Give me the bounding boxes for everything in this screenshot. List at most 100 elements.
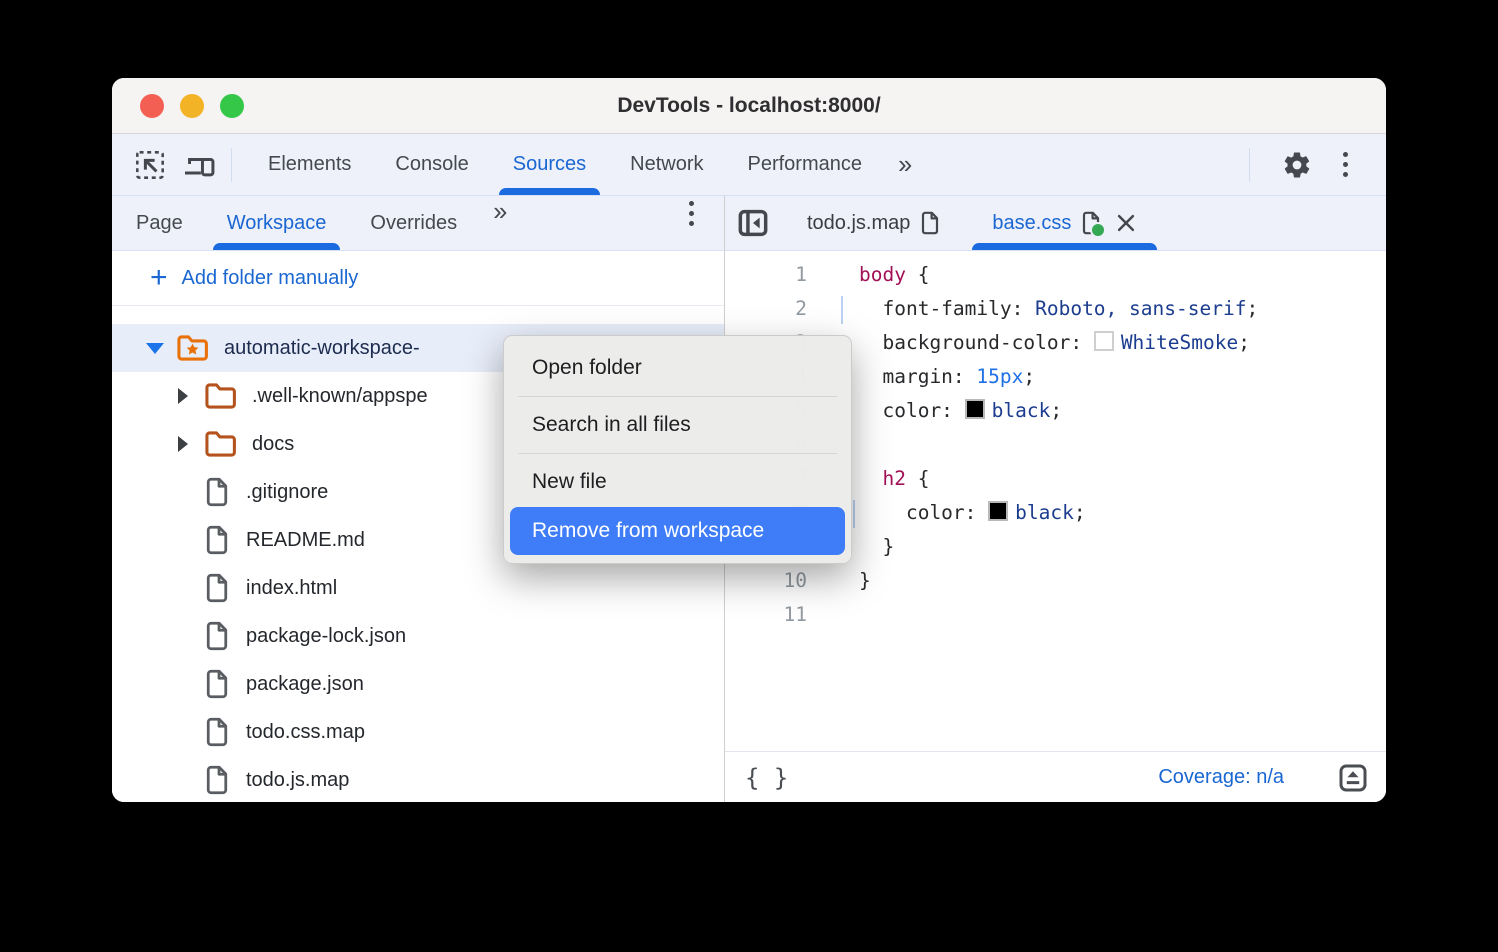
tree-node-label: todo.css.map <box>246 721 365 744</box>
close-tab-icon[interactable] <box>1115 212 1137 234</box>
file-icon <box>920 211 940 235</box>
more-sidebar-tabs-icon[interactable]: ›› <box>479 196 518 250</box>
tree-file-todo-js-map[interactable]: todo.js.map <box>112 756 724 802</box>
folder-icon <box>176 334 208 362</box>
sidebar-tab-label: Page <box>136 212 183 235</box>
tree-file-index-html[interactable]: index.html <box>112 564 724 612</box>
file-icon <box>204 525 230 555</box>
line-number[interactable]: 1 <box>725 258 807 292</box>
file-icon <box>204 477 230 507</box>
editor-tab-todo-js-map[interactable]: todo.js.map <box>781 196 966 250</box>
editor-tab-strip: todo.js.map base.css <box>725 196 1386 251</box>
menu-separator <box>518 453 837 454</box>
indent-guide <box>841 296 843 324</box>
panel-tab-label: Performance <box>748 153 863 176</box>
code-text: margin: 15px; <box>859 360 1035 394</box>
line-number[interactable]: 11 <box>725 598 807 632</box>
panel-tab-console[interactable]: Console <box>373 134 490 195</box>
folder-icon <box>204 430 236 458</box>
code-text: background-color: WhiteSmoke; <box>859 326 1250 360</box>
code-line: 11 <box>725 598 1386 632</box>
menu-item-remove-from-workspace[interactable]: Remove from workspace <box>510 507 845 555</box>
panel-tab-elements[interactable]: Elements <box>246 134 373 195</box>
sidebar-kebab-icon[interactable] <box>676 196 706 230</box>
settings-gear-icon[interactable] <box>1280 148 1314 182</box>
main-menu-kebab-icon[interactable] <box>1330 148 1360 182</box>
file-icon <box>1081 211 1101 235</box>
tree-node-label: todo.js.map <box>246 769 349 792</box>
devtools-window: DevTools - localhost:8000/ Elements Conso… <box>112 78 1386 802</box>
code-text: font-family: Roboto, sans-serif; <box>859 292 1258 326</box>
code-text: } <box>859 530 894 564</box>
file-icon <box>204 621 230 651</box>
editor-tab-label: base.css <box>992 212 1071 235</box>
editor-status-bar: { } Coverage: n/a <box>725 751 1386 802</box>
toolbar-right-divider <box>1249 148 1250 182</box>
menu-item-open-folder[interactable]: Open folder <box>504 343 851 393</box>
window-title: DevTools - localhost:8000/ <box>112 94 1386 118</box>
add-folder-label: Add folder manually <box>182 267 359 290</box>
show-drawer-icon[interactable] <box>1338 763 1368 793</box>
panel-tab-label: Sources <box>513 153 586 176</box>
device-toolbar-icon[interactable] <box>183 148 217 182</box>
menu-item-label: Search in all files <box>532 413 691 437</box>
color-swatch[interactable] <box>965 399 985 419</box>
menu-item-label: Remove from workspace <box>532 519 764 543</box>
tree-node-label: .gitignore <box>246 481 328 504</box>
titlebar: DevTools - localhost:8000/ <box>112 78 1386 134</box>
panel-tabs: Elements Console Sources Network Performance <box>246 134 884 195</box>
tree-node-label: index.html <box>246 577 337 600</box>
pretty-print-icon[interactable]: { } <box>745 764 788 792</box>
line-number[interactable]: 2 <box>725 292 807 326</box>
color-swatch[interactable] <box>1094 331 1114 351</box>
sidebar-tab-label: Overrides <box>370 212 457 235</box>
tree-node-label: package-lock.json <box>246 625 406 648</box>
context-menu: Open folder Search in all files New file Re… <box>503 335 852 564</box>
sidebar-tab-page[interactable]: Page <box>114 196 205 250</box>
tree-file-package-json[interactable]: package.json <box>112 660 724 708</box>
more-panels-icon[interactable]: ›› <box>884 149 923 180</box>
menu-separator <box>518 396 837 397</box>
toggle-sidebar-icon[interactable] <box>725 196 781 250</box>
file-icon <box>204 717 230 747</box>
code-text: h2 { <box>859 462 929 496</box>
menu-item-new-file[interactable]: New file <box>504 457 851 507</box>
expand-arrow-icon[interactable] <box>174 436 192 452</box>
tree-file-todo-css-map[interactable]: todo.css.map <box>112 708 724 756</box>
add-folder-manually-button[interactable]: + Add folder manually <box>112 251 724 306</box>
code-line: 1body { <box>725 258 1386 292</box>
linked-file-green-dot <box>1090 222 1106 238</box>
code-text: } <box>859 564 871 598</box>
minimize-window-button[interactable] <box>180 94 204 118</box>
file-icon <box>204 765 230 795</box>
sidebar-tab-strip: Page Workspace Overrides ›› <box>112 196 724 251</box>
code-text: color: black; <box>859 496 1086 530</box>
line-number[interactable]: 10 <box>725 564 807 598</box>
menu-item-search-in-all-files[interactable]: Search in all files <box>504 400 851 450</box>
sidebar-tab-workspace[interactable]: Workspace <box>205 196 349 250</box>
editor-tab-base-css[interactable]: base.css <box>966 196 1163 250</box>
tree-node-label: automatic-workspace- <box>224 337 420 360</box>
zoom-window-button[interactable] <box>220 94 244 118</box>
close-window-button[interactable] <box>140 94 164 118</box>
tree-node-label: package.json <box>246 673 364 696</box>
traffic-lights <box>140 78 244 133</box>
file-icon <box>204 573 230 603</box>
panel-tab-performance[interactable]: Performance <box>726 134 885 195</box>
collapse-arrow-icon[interactable] <box>146 343 164 354</box>
panel-tab-label: Elements <box>268 153 351 176</box>
sidebar-tab-label: Workspace <box>227 212 327 235</box>
tree-node-label: README.md <box>246 529 365 552</box>
panel-tab-sources[interactable]: Sources <box>491 134 608 195</box>
panel-tab-network[interactable]: Network <box>608 134 725 195</box>
sidebar-tab-overrides[interactable]: Overrides <box>348 196 479 250</box>
panel-tab-label: Network <box>630 153 703 176</box>
expand-arrow-icon[interactable] <box>174 388 192 404</box>
tree-file-package-lock-json[interactable]: package-lock.json <box>112 612 724 660</box>
coverage-link[interactable]: Coverage: n/a <box>1158 766 1284 789</box>
color-swatch[interactable] <box>988 501 1008 521</box>
inspect-element-icon[interactable] <box>133 148 167 182</box>
code-line: 10} <box>725 564 1386 598</box>
main-toolbar: Elements Console Sources Network Performance… <box>112 134 1386 196</box>
plus-icon: + <box>150 263 168 293</box>
